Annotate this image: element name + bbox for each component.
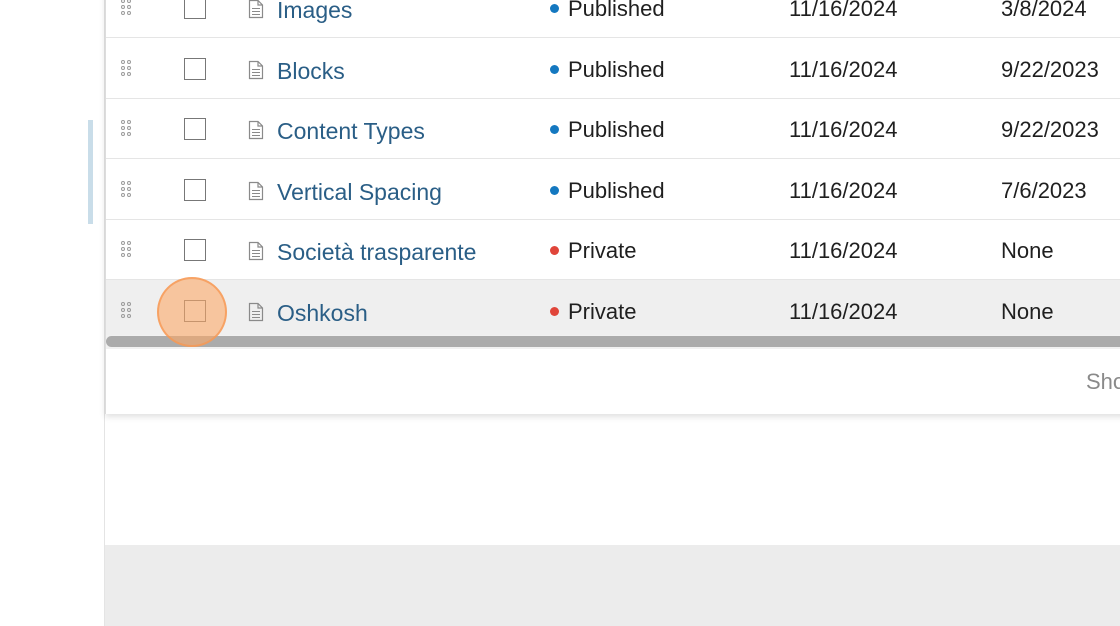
status-dot-icon	[550, 65, 559, 74]
review-state: Private	[550, 299, 636, 325]
status-label: Published	[568, 0, 665, 21]
drag-handle-icon[interactable]	[121, 302, 135, 320]
row-select-checkbox[interactable]	[184, 118, 206, 140]
review-state: Published	[550, 57, 665, 83]
modified-date: None	[1001, 299, 1054, 324]
document-icon	[248, 302, 264, 322]
document-icon	[248, 120, 264, 140]
row-select-checkbox[interactable]	[184, 58, 206, 80]
item-title-link[interactable]: Content Types	[277, 118, 425, 144]
created-date: 11/16/2024	[789, 178, 898, 203]
modified-date: 3/8/2024	[1001, 0, 1087, 21]
review-state: Private	[550, 238, 636, 264]
sidebar-scroll-indicator[interactable]	[88, 120, 93, 224]
review-state: Published	[550, 0, 665, 22]
review-state: Published	[550, 117, 665, 143]
status-dot-icon	[550, 186, 559, 195]
row-select-checkbox[interactable]	[184, 239, 206, 261]
table-row[interactable]: Società trasparente Private 11/16/2024 None	[106, 219, 1120, 280]
item-title-link[interactable]: Società trasparente	[277, 239, 476, 265]
modified-date: 9/22/2023	[1001, 57, 1099, 82]
document-icon	[248, 181, 264, 201]
modified-date: 7/6/2023	[1001, 178, 1087, 203]
page-bottom-area	[105, 545, 1120, 626]
status-label: Published	[568, 117, 665, 142]
drag-handle-icon[interactable]	[121, 181, 135, 199]
modified-date: 9/22/2023	[1001, 117, 1099, 142]
created-date: 11/16/2024	[789, 117, 898, 142]
document-icon	[248, 0, 264, 19]
item-title-link[interactable]: Oshkosh	[277, 300, 368, 326]
created-date: 11/16/2024	[789, 299, 898, 324]
status-dot-icon	[550, 4, 559, 13]
horizontal-scrollbar-thumb[interactable]	[106, 336, 1120, 347]
table-row[interactable]: Vertical Spacing Published 11/16/2024 7/6/2…	[106, 159, 1120, 220]
status-label: Published	[568, 57, 665, 82]
drag-handle-icon[interactable]	[121, 60, 135, 78]
item-title-link[interactable]: Images	[277, 0, 352, 23]
row-select-checkbox[interactable]	[184, 300, 206, 322]
table-row[interactable]: Images Published 11/16/2024 3/8/2024	[106, 0, 1120, 38]
status-dot-icon	[550, 246, 559, 255]
table-row[interactable]: Blocks Published 11/16/2024 9/22/2023	[106, 38, 1120, 99]
created-date: 11/16/2024	[789, 238, 898, 263]
table-row[interactable]: Oshkosh Private 11/16/2024 None	[106, 280, 1120, 341]
document-icon	[248, 60, 264, 80]
row-select-checkbox[interactable]	[184, 0, 206, 19]
created-date: 11/16/2024	[789, 57, 898, 82]
contents-table: Images Published 11/16/2024 3/8/2024 Blocks P…	[105, 0, 1120, 414]
table-row[interactable]: Content Types Published 11/16/2024 9/22/202…	[106, 98, 1120, 159]
table-footer-text: Sho	[1086, 369, 1120, 394]
status-label: Published	[568, 178, 665, 203]
modified-date: None	[1001, 238, 1054, 263]
status-label: Private	[568, 238, 637, 263]
status-dot-icon	[550, 307, 559, 316]
item-title-link[interactable]: Vertical Spacing	[277, 179, 442, 205]
left-gutter	[0, 0, 104, 626]
drag-handle-icon[interactable]	[121, 120, 135, 138]
status-dot-icon	[550, 125, 559, 134]
drag-handle-icon[interactable]	[121, 241, 135, 259]
row-select-checkbox[interactable]	[184, 179, 206, 201]
document-icon	[248, 241, 264, 261]
drag-handle-icon[interactable]	[121, 0, 135, 17]
created-date: 11/16/2024	[789, 0, 898, 21]
status-label: Private	[568, 299, 637, 324]
review-state: Published	[550, 178, 665, 204]
item-title-link[interactable]: Blocks	[277, 58, 345, 84]
